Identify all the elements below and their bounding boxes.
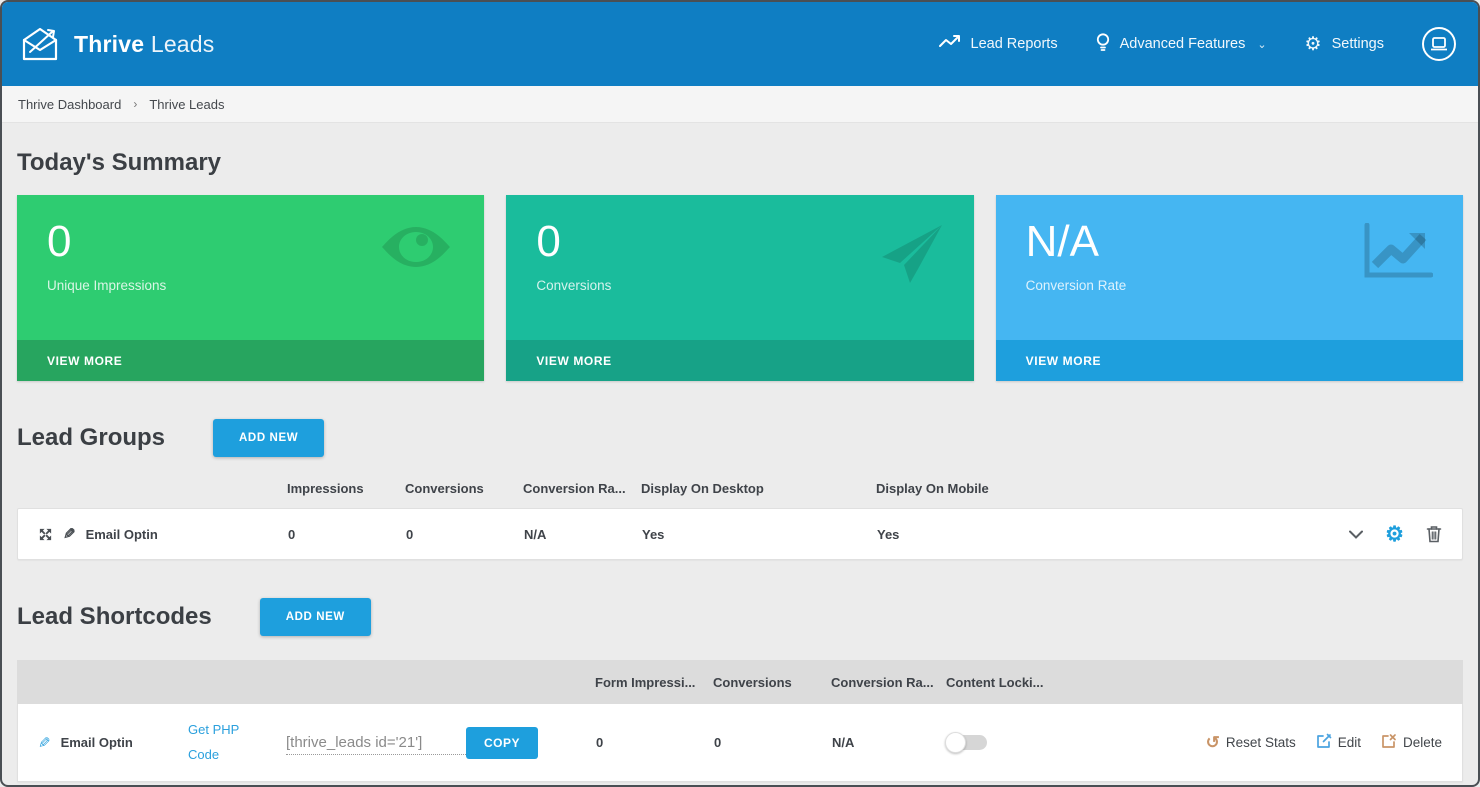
breadcrumb-thrive-leads: Thrive Leads — [149, 97, 224, 112]
breadcrumb: Thrive Dashboard › Thrive Leads — [2, 86, 1478, 123]
brand-bold: Thrive — [74, 31, 144, 57]
conversions-card: 0 Conversions VIEW MORE — [506, 195, 973, 381]
col-display-mobile: Display On Mobile — [876, 481, 1323, 496]
nav-advanced-features-label: Advanced Features — [1120, 36, 1246, 52]
breadcrumb-separator: › — [133, 97, 137, 111]
shortcode-input[interactable] — [286, 731, 466, 755]
reset-arrow-icon: ↺ — [1206, 734, 1220, 751]
nav-lead-reports-label: Lead Reports — [971, 36, 1058, 52]
chevron-down-icon: ⌄ — [1257, 38, 1266, 51]
eye-icon — [378, 223, 454, 276]
lead-group-display-mobile: Yes — [877, 527, 1322, 542]
nav-settings[interactable]: ⚙ Settings — [1305, 35, 1384, 54]
get-php-code-link[interactable]: Get PHP Code — [188, 718, 258, 767]
col-conversion-rate: Conversion Ra... — [523, 481, 641, 496]
nav-advanced-features[interactable]: Advanced Features ⌄ — [1096, 33, 1267, 56]
edit-pencil-icon[interactable]: ✎ — [63, 525, 76, 543]
shortcode-conversion-rate: N/A — [832, 735, 947, 750]
support-laptop-icon[interactable] — [1422, 27, 1456, 61]
reset-stats-button[interactable]: ↺ Reset Stats — [1206, 734, 1296, 751]
lead-shortcodes-table-header: Form Impressi... Conversions Conversion … — [17, 660, 1463, 704]
lead-group-impressions: 0 — [288, 527, 406, 542]
col-conversions: Conversions — [405, 481, 523, 496]
shortcode-name: Email Optin — [61, 735, 133, 750]
top-navbar: Thrive Leads Lead Reports — [2, 2, 1478, 86]
unique-impressions-card: 0 Unique Impressions VIEW MORE — [17, 195, 484, 381]
view-more-label: VIEW MORE — [1026, 354, 1101, 368]
conversions-view-more-button[interactable]: VIEW MORE — [506, 340, 973, 381]
col-sc-conversion-rate: Conversion Ra... — [831, 675, 946, 690]
lead-group-conversion-rate: N/A — [524, 527, 642, 542]
col-sc-conversions: Conversions — [713, 675, 831, 690]
brand-light: Leads — [151, 31, 215, 57]
edit-button[interactable]: Edit — [1316, 733, 1361, 752]
lightbulb-icon — [1096, 33, 1110, 56]
brand-text: Thrive Leads — [74, 31, 215, 58]
expand-chevron-icon[interactable] — [1349, 530, 1363, 539]
unique-impressions-view-more-button[interactable]: VIEW MORE — [17, 340, 484, 381]
toggle-knob — [945, 732, 966, 753]
line-chart-icon — [939, 34, 961, 54]
lead-group-name: Email Optin — [86, 527, 158, 542]
gear-icon: ⚙ — [1305, 35, 1322, 54]
col-impressions: Impressions — [287, 481, 405, 496]
lead-shortcode-row: ✎ Email Optin Get PHP Code COPY 0 0 N/A … — [17, 704, 1463, 782]
lead-groups-title: Lead Groups — [17, 424, 165, 452]
view-more-label: VIEW MORE — [47, 354, 122, 368]
lead-groups-table-header: Impressions Conversions Conversion Ra...… — [17, 457, 1463, 508]
lead-group-row: ✎ Email Optin 0 0 N/A Yes Yes ⚙ — [17, 508, 1463, 560]
view-more-label: VIEW MORE — [536, 354, 611, 368]
lead-shortcodes-add-new-button[interactable]: ADD NEW — [260, 598, 371, 636]
delete-square-icon — [1381, 733, 1397, 752]
app-window: Thrive Leads Lead Reports — [0, 0, 1480, 787]
conversion-rate-card: N/A Conversion Rate VIEW MORE — [996, 195, 1463, 381]
shortcode-form-impressions: 0 — [596, 735, 714, 750]
brand-logo[interactable]: Thrive Leads — [18, 24, 215, 64]
todays-summary-title: Today's Summary — [17, 149, 1463, 177]
growth-chart-icon — [1363, 223, 1433, 284]
paper-plane-icon — [880, 223, 944, 290]
lead-group-conversions: 0 — [406, 527, 524, 542]
delete-label: Delete — [1403, 735, 1442, 750]
copy-shortcode-button[interactable]: COPY — [466, 727, 538, 759]
move-icon[interactable] — [38, 527, 53, 542]
edit-label: Edit — [1338, 735, 1361, 750]
unique-impressions-label: Unique Impressions — [47, 278, 454, 293]
reset-stats-label: Reset Stats — [1226, 735, 1296, 750]
trash-icon[interactable] — [1426, 525, 1442, 543]
lead-groups-add-new-button[interactable]: ADD NEW — [213, 419, 324, 457]
edit-pencil-icon[interactable]: ✎ — [38, 734, 51, 752]
envelope-quill-logo-icon — [18, 24, 62, 64]
conversion-rate-view-more-button[interactable]: VIEW MORE — [996, 340, 1463, 381]
lead-shortcodes-title: Lead Shortcodes — [17, 603, 212, 631]
edit-square-icon — [1316, 733, 1332, 752]
breadcrumb-thrive-dashboard[interactable]: Thrive Dashboard — [18, 97, 121, 112]
nav-lead-reports[interactable]: Lead Reports — [939, 34, 1058, 54]
shortcode-conversions: 0 — [714, 735, 832, 750]
col-form-impressions: Form Impressi... — [595, 675, 713, 690]
lead-group-display-desktop: Yes — [642, 527, 877, 542]
summary-cards: 0 Unique Impressions VIEW MORE 0 Convers… — [17, 195, 1463, 381]
group-settings-gear-icon[interactable]: ⚙ — [1385, 524, 1404, 545]
col-display-desktop: Display On Desktop — [641, 481, 876, 496]
content-locking-toggle[interactable] — [947, 735, 987, 750]
col-content-locking: Content Locki... — [946, 675, 1185, 690]
nav-settings-label: Settings — [1332, 36, 1384, 52]
delete-button[interactable]: Delete — [1381, 733, 1442, 752]
